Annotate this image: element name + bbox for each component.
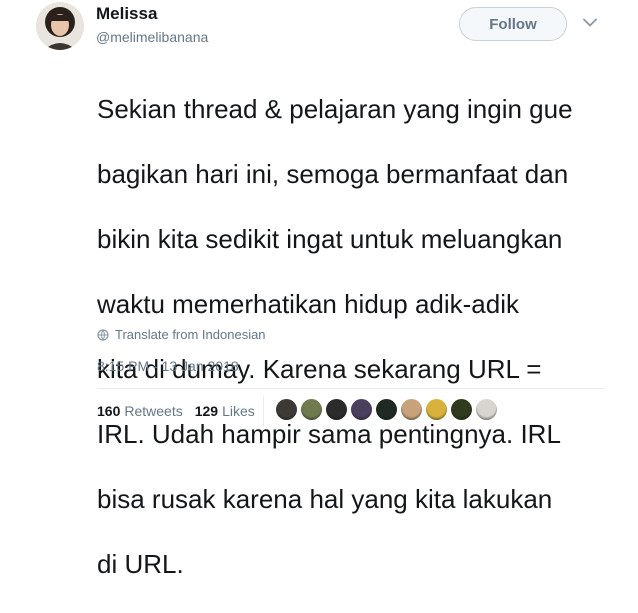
- retweets-label: Retweets: [124, 403, 183, 419]
- tweet-line: bagikan hari ini, semoga bermanfaat dan: [97, 158, 569, 189]
- tweet-line: di URL.: [97, 548, 184, 579]
- liker-avatar[interactable]: [326, 399, 347, 420]
- tweet-line: waktu memerhatikan hidup adik-adik: [97, 288, 519, 319]
- liker-avatar[interactable]: [276, 399, 297, 420]
- divider: [97, 388, 605, 389]
- likers-avatar-row: [276, 399, 497, 420]
- follow-button[interactable]: Follow: [459, 7, 567, 41]
- retweets-stat[interactable]: 160 Retweets: [97, 403, 183, 419]
- likes-count: 129: [194, 403, 219, 419]
- likes-label: Likes: [222, 403, 255, 419]
- translate-label: Translate from Indonesian: [115, 327, 266, 342]
- liker-avatar[interactable]: [451, 399, 472, 420]
- avatar-photo: [36, 2, 84, 50]
- tweet-line: IRL. Udah hampir sama pentingnya. IRL: [97, 418, 561, 449]
- avatar[interactable]: [36, 2, 84, 50]
- liker-avatar[interactable]: [401, 399, 422, 420]
- liker-avatar[interactable]: [301, 399, 322, 420]
- globe-icon: [97, 328, 109, 341]
- tweet-stats: 160 Retweets 129 Likes: [97, 403, 267, 419]
- tweet-timestamp[interactable]: 8:15 PM - 13 Jan 2018: [97, 358, 239, 374]
- translate-link[interactable]: Translate from Indonesian: [97, 327, 266, 342]
- tweet-line: bisa rusak karena hal yang kita lakukan: [97, 483, 553, 514]
- tweet-line: bikin kita sedikit ingat untuk meluangka…: [97, 223, 563, 254]
- user-handle[interactable]: @melimelibanana: [96, 29, 208, 45]
- liker-avatar[interactable]: [376, 399, 397, 420]
- retweets-count: 160: [97, 403, 121, 419]
- liker-avatar[interactable]: [476, 399, 497, 420]
- liker-avatar[interactable]: [351, 399, 372, 420]
- tweet-line: Sekian thread & pelajaran yang ingin gue: [97, 93, 573, 124]
- liker-avatar[interactable]: [426, 399, 447, 420]
- chevron-down-icon[interactable]: [580, 12, 600, 32]
- display-name[interactable]: Melissa: [96, 4, 157, 24]
- likes-stat[interactable]: 129 Likes: [195, 403, 255, 419]
- stats-separator: [263, 396, 264, 426]
